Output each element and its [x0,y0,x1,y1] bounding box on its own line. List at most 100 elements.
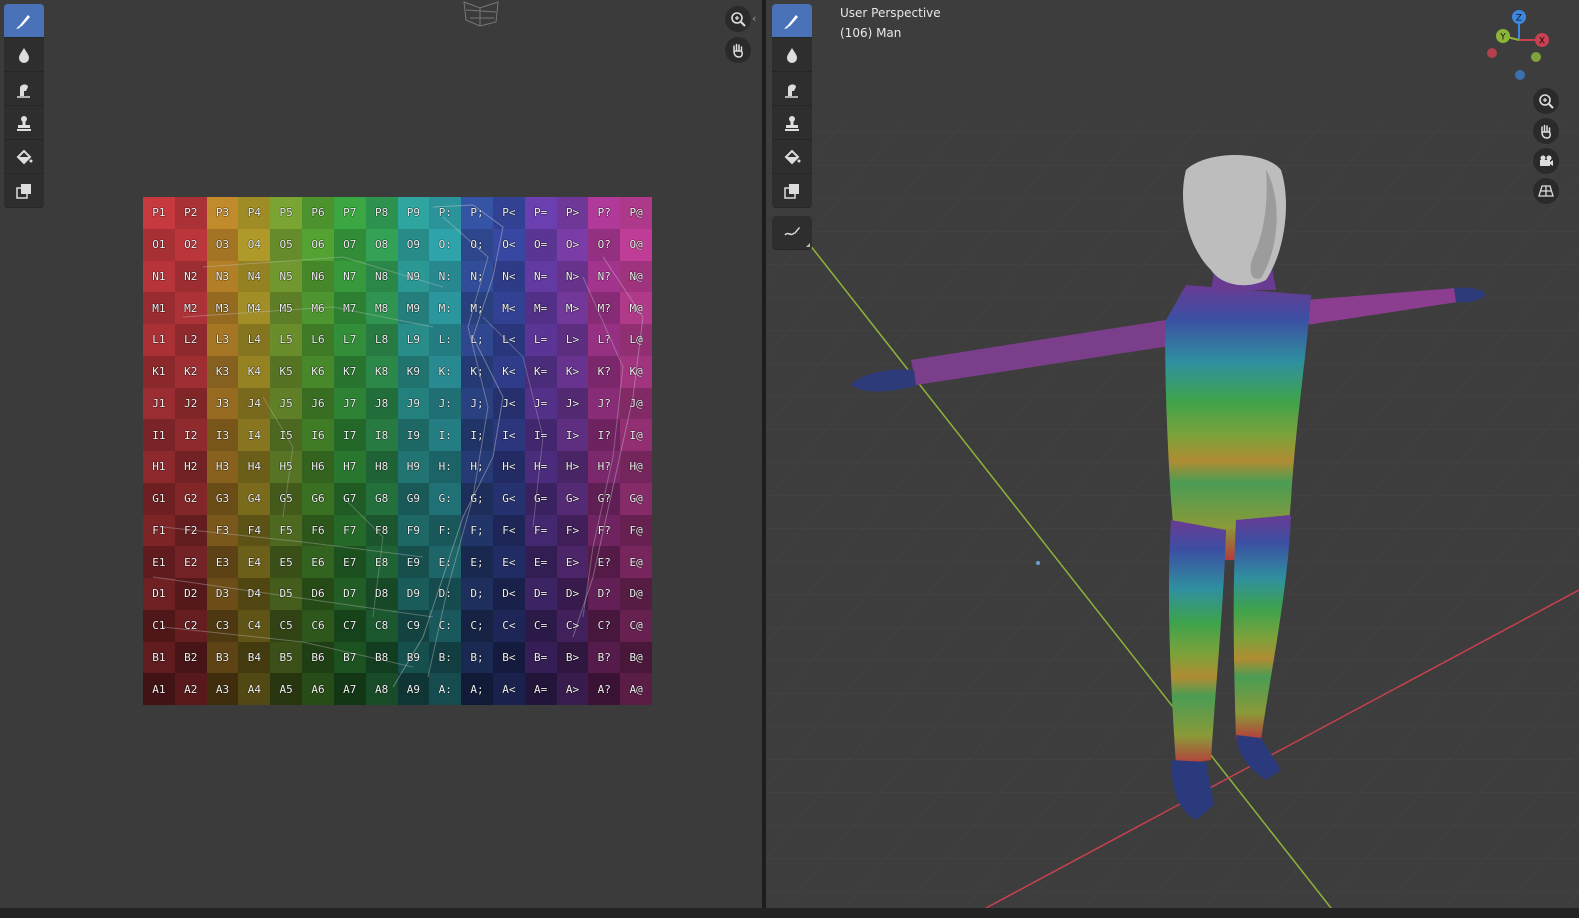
image-editor-toolbar [4,4,44,208]
uv-cell: H1 [143,451,175,483]
uv-cell: I; [461,419,493,451]
uv-cell: O< [492,228,525,261]
gizmo-neg-x-handle[interactable] [1487,48,1497,58]
uv-cell: K2 [174,355,207,388]
uv-cell: L4 [238,324,271,356]
uv-cell: M6 [302,292,334,324]
clone-stamp-tool[interactable] [4,106,44,140]
uv-cell: I4 [238,419,271,451]
uv-cell: N4 [238,260,271,293]
uv-cell: G2 [174,482,207,515]
uv-cell: K7 [333,355,366,388]
smear-brush-tool[interactable] [4,72,44,106]
mask-icon [16,183,31,199]
uv-cell: E; [461,546,493,578]
draw-brush-tool[interactable] [4,4,44,38]
viewport-zoom-button[interactable] [1533,88,1559,114]
uv-cell: O; [461,228,493,261]
viewport-scene[interactable] [766,0,1579,908]
uv-cell: J8 [365,387,398,420]
uv-cell: H4 [238,451,271,483]
smear-brush-tool[interactable] [772,72,812,106]
uv-cell: G4 [238,482,271,515]
uv-cell: I? [588,419,621,451]
uv-cell: C1 [143,609,175,642]
camera-view-button[interactable] [1533,148,1559,174]
uv-cell: N3 [206,260,239,293]
uv-cell: C2 [174,609,207,642]
uv-cell: E5 [270,546,303,578]
perspective-toggle-button[interactable] [1533,178,1559,204]
fill-bucket-tool[interactable] [4,140,44,174]
uv-cell: C? [588,609,621,642]
smear-finger-icon [17,83,30,98]
uv-cell: E9 [397,546,430,578]
uv-cell: K> [556,355,589,388]
uv-cell: O4 [238,228,271,261]
clone-stamp-tool[interactable] [772,106,812,140]
uv-cell: D8 [365,578,398,610]
pan-button[interactable] [725,37,751,63]
uv-cell: P< [492,197,525,229]
uv-cell: C< [492,609,525,642]
uv-cell: O> [556,228,589,261]
sidebar-toggle-chevron-icon[interactable]: ‹ [752,12,756,25]
object-info-label: (106) Man [840,26,902,40]
draw-brush-tool[interactable] [772,4,812,38]
zoom-icon [1539,94,1554,109]
fill-bucket-tool[interactable] [772,140,812,174]
soften-brush-tool[interactable] [4,38,44,72]
uv-cell: M1 [143,292,175,324]
uv-cell: F< [492,514,525,547]
uv-cell: B5 [270,641,303,674]
navigation-gizmo[interactable]: Z Y X [1482,8,1554,80]
uv-cell: C9 [397,609,430,642]
uv-cell: D? [588,578,621,610]
uv-cell: A1 [143,673,175,705]
uv-cell: M9 [397,292,430,324]
uv-cell: E> [556,546,589,578]
uv-cell: B9 [397,641,430,674]
uv-cell: O7 [333,228,366,261]
bucket-icon [16,149,33,164]
soften-brush-tool[interactable] [772,38,812,72]
uv-cell: G6 [302,482,334,515]
uv-cell: A5 [270,673,303,705]
uv-cell: B8 [365,641,398,674]
drop-icon [19,47,29,63]
uv-cell: L7 [333,324,366,356]
uv-cell: J> [556,387,589,420]
3d-viewport-area[interactable]: User Perspective (106) Man Z Y X [766,0,1579,908]
mask-tool[interactable] [772,174,812,208]
viewport-pan-button[interactable] [1533,118,1559,144]
image-editor-area[interactable]: ‹ P1 P2 P3 P4 P5 P6 P7 P8 P9 P: P; P< P= P> P? P@ O1 O2 O3… [0,0,762,908]
uv-cell: A@ [620,673,652,705]
uv-cell: N6 [302,260,334,293]
uv-cell: I7 [333,419,366,451]
uv-cell: I1 [143,419,175,451]
uv-cell: H: [429,451,462,483]
uv-cell: D; [461,578,493,610]
mask-tool[interactable] [4,174,44,208]
uv-cell: K8 [365,355,398,388]
gizmo-neg-z-handle[interactable] [1515,70,1525,80]
uv-cell: M5 [270,292,303,324]
uv-cell: O: [429,228,462,261]
uv-cell: E? [588,546,621,578]
uv-cell: C: [429,609,462,642]
annotate-tool[interactable] [772,216,812,250]
uv-cell: H3 [206,451,239,483]
uv-cell: E= [524,546,557,578]
uv-cell: P= [524,197,557,229]
uv-cell: M< [492,292,525,324]
zoom-button[interactable] [725,6,751,32]
uv-cell: D: [429,578,462,610]
uv-cell: F; [461,514,493,547]
uv-cell: M: [429,292,462,324]
uv-cell: L8 [365,324,398,356]
gizmo-neg-y-handle[interactable] [1531,52,1541,62]
uv-cell: J: [429,387,462,420]
uv-grid-texture[interactable]: P1 P2 P3 P4 P5 P6 P7 P8 P9 P: P; P< P= P> P? P@ O1 O2 O3 O4… [143,197,652,705]
uv-cell: B1 [143,641,175,674]
uv-cell: D2 [174,578,207,610]
